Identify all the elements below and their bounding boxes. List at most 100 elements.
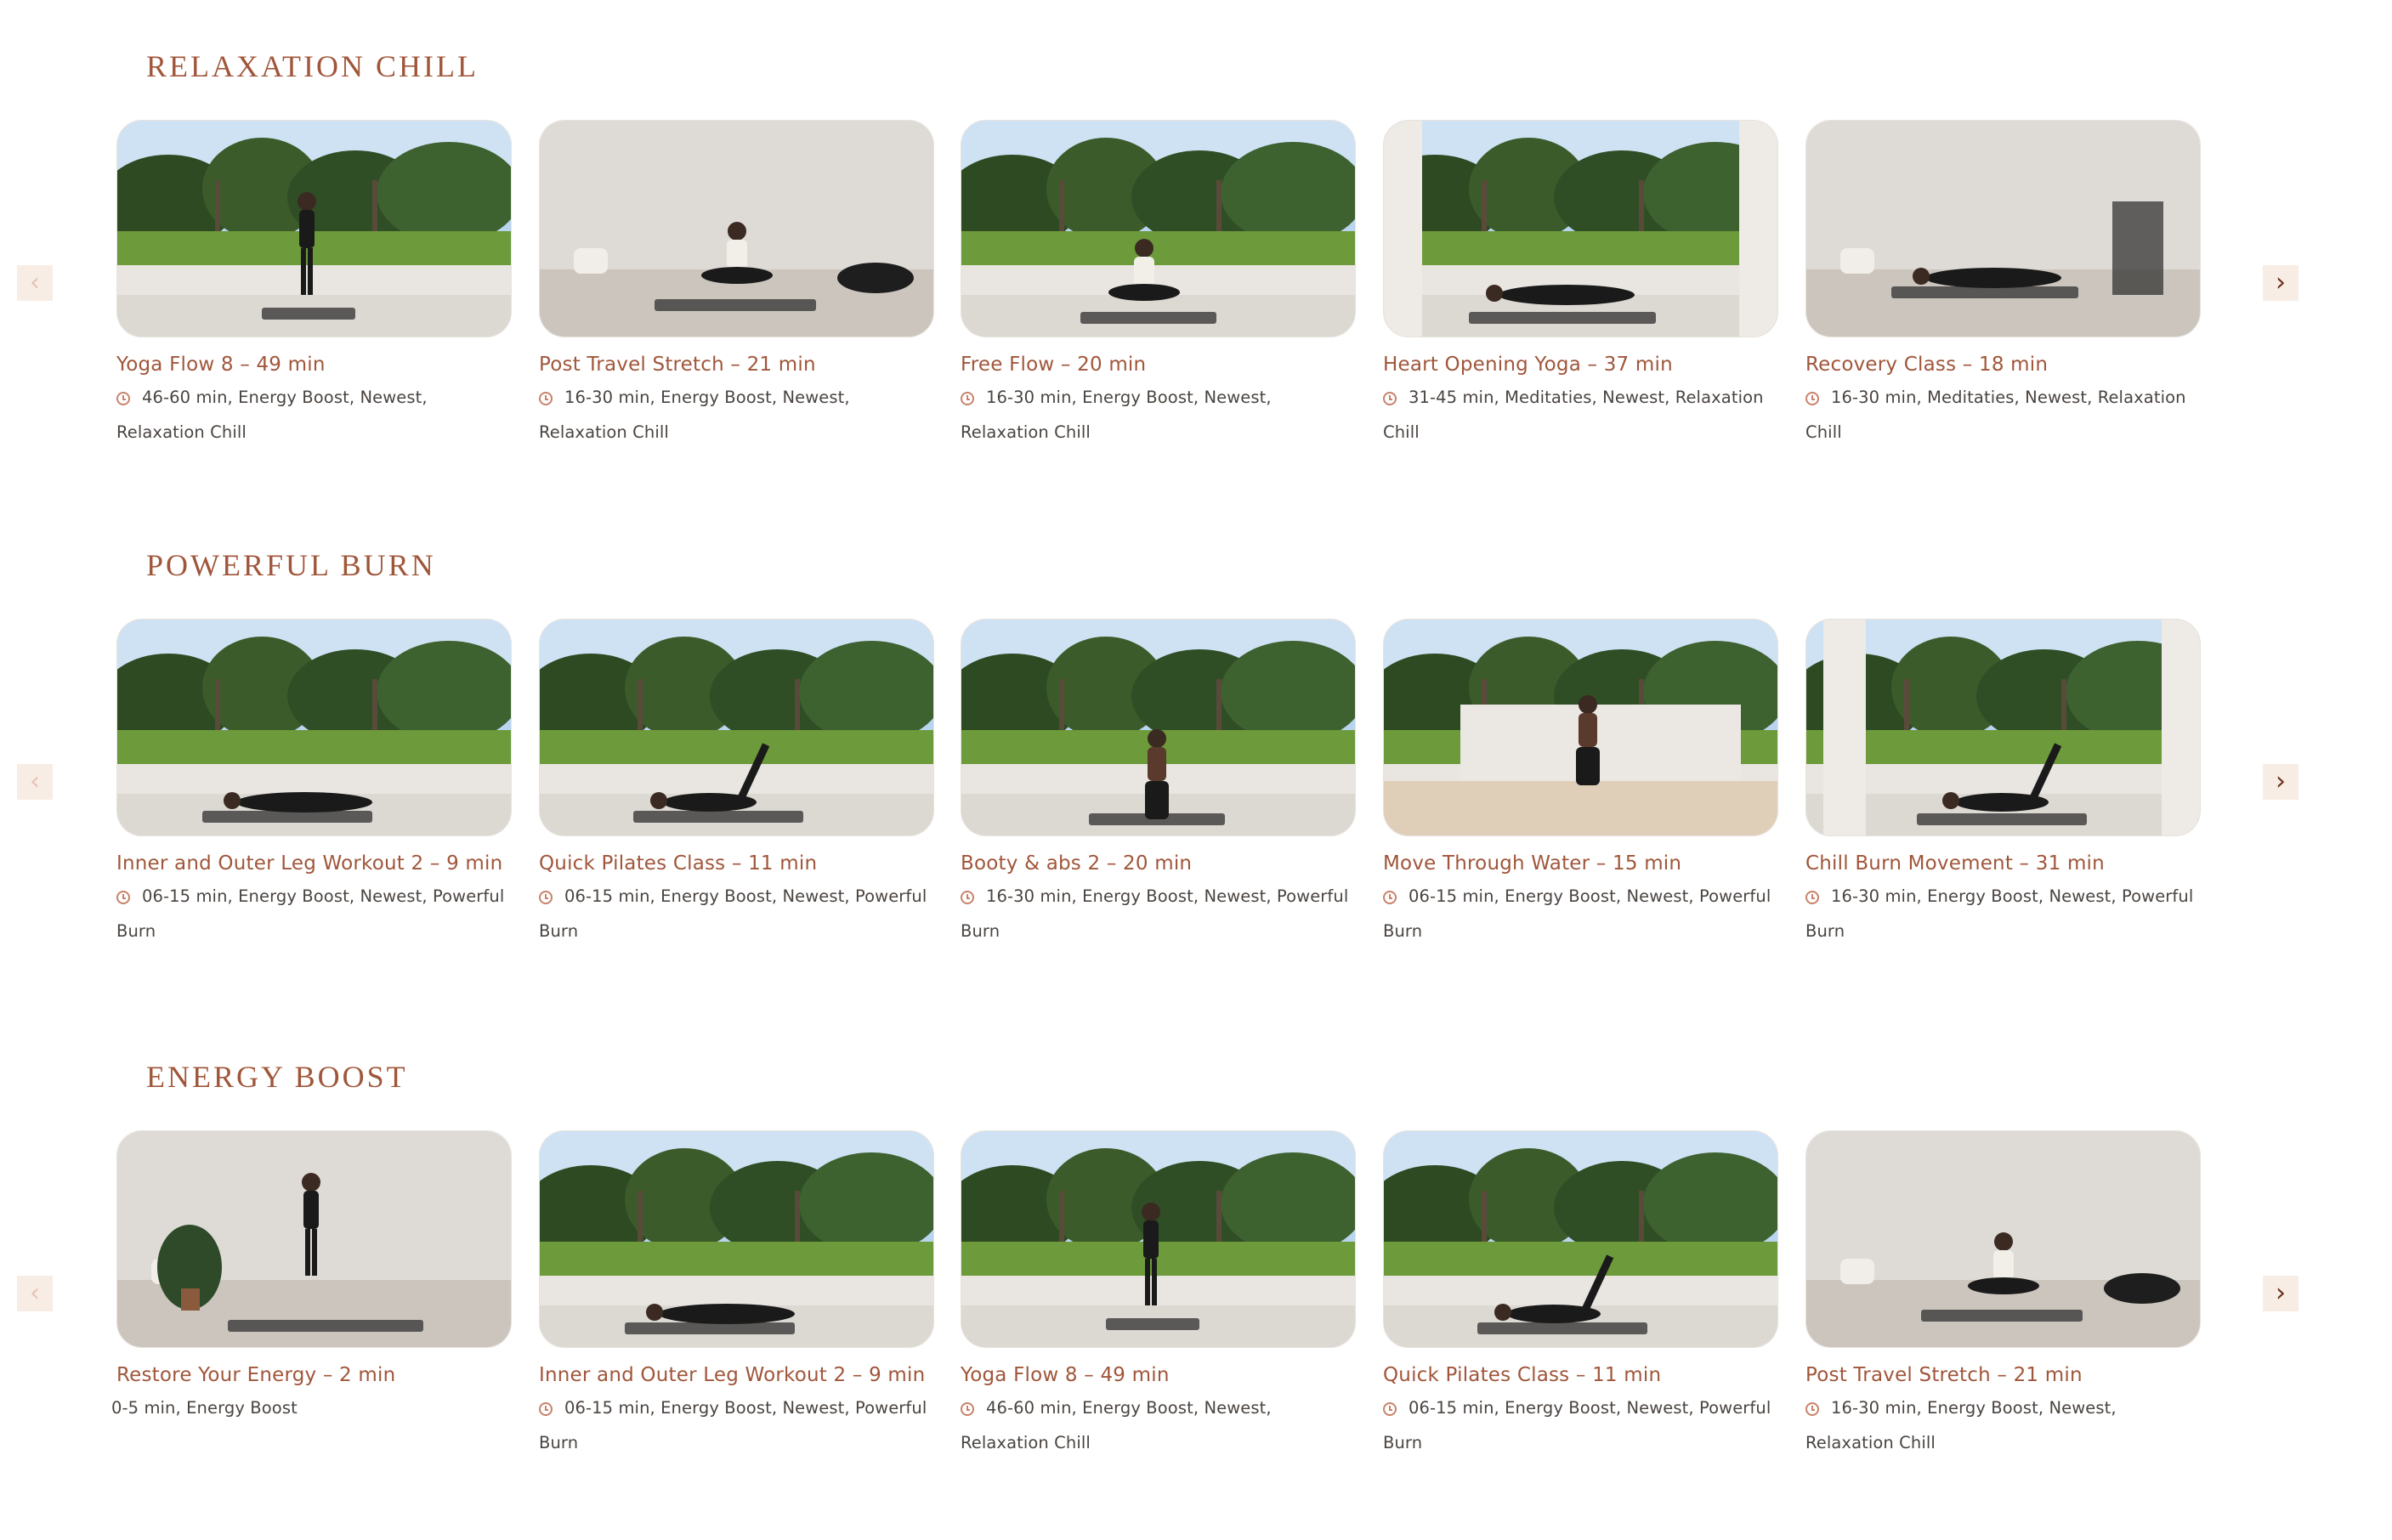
video-title-link[interactable]: Restore Your Energy – 2 min bbox=[116, 1363, 512, 1387]
video-title-link[interactable]: Post Travel Stretch – 21 min bbox=[1805, 1363, 2201, 1387]
video-meta: 0-5 min, Energy Boost bbox=[111, 1390, 511, 1425]
carousel-prev-button[interactable]: ‹ bbox=[17, 1276, 53, 1311]
video-thumbnail-image bbox=[1384, 121, 1777, 337]
video-thumbnail-image bbox=[540, 1131, 933, 1347]
video-meta: 46-60 min, Energy Boost, Newest, Relaxat… bbox=[116, 380, 516, 450]
video-meta-text: 16-30 min, Energy Boost, Newest, Relaxat… bbox=[1805, 1398, 2117, 1452]
video-card[interactable]: Booty & abs 2 – 20 min 16-30 min, Energy … bbox=[961, 619, 1356, 948]
video-title-link[interactable]: Quick Pilates Class – 11 min bbox=[1383, 1363, 1778, 1387]
video-title-link[interactable]: Chill Burn Movement – 31 min bbox=[1805, 852, 2201, 875]
video-card[interactable]: Inner and Outer Leg Workout 2 – 9 min 06-… bbox=[539, 1130, 934, 1460]
video-thumbnail-image bbox=[540, 121, 933, 337]
video-thumbnail[interactable] bbox=[961, 1130, 1356, 1348]
video-thumbnail[interactable] bbox=[539, 1130, 934, 1348]
video-thumbnail-image bbox=[1384, 620, 1777, 835]
carousel-next-button[interactable]: › bbox=[2263, 265, 2298, 301]
video-thumbnail[interactable] bbox=[1383, 1130, 1778, 1348]
video-meta: 06-15 min, Energy Boost, Newest, Powerfu… bbox=[1383, 879, 1783, 948]
video-title-link[interactable]: Recovery Class – 18 min bbox=[1805, 353, 2201, 377]
clock-icon bbox=[1383, 891, 1397, 904]
clock-icon bbox=[1805, 392, 1819, 405]
video-thumbnail-image bbox=[1384, 1131, 1777, 1347]
video-card[interactable]: Quick Pilates Class – 11 min 06-15 min, E… bbox=[1383, 1130, 1778, 1460]
chevron-left-icon: ‹ bbox=[30, 1278, 40, 1308]
video-title-link[interactable]: Quick Pilates Class – 11 min bbox=[539, 852, 934, 875]
video-thumbnail-image bbox=[540, 620, 933, 835]
video-thumbnail[interactable] bbox=[1805, 120, 2201, 337]
video-meta-text: 06-15 min, Energy Boost, Newest, Powerfu… bbox=[539, 886, 927, 941]
video-meta: 06-15 min, Energy Boost, Newest, Powerfu… bbox=[539, 879, 938, 948]
carousel-next-button[interactable]: › bbox=[2263, 1276, 2298, 1311]
video-card[interactable]: Recovery Class – 18 min 16-30 min, Medita… bbox=[1805, 120, 2201, 450]
video-card[interactable]: Post Travel Stretch – 21 min 16-30 min, E… bbox=[539, 120, 934, 450]
video-thumbnail[interactable] bbox=[1383, 619, 1778, 836]
video-thumbnail-image bbox=[1806, 620, 2200, 835]
video-title-link[interactable]: Inner and Outer Leg Workout 2 – 9 min bbox=[539, 1363, 934, 1387]
video-meta-text: 31-45 min, Meditaties, Newest, Relaxatio… bbox=[1383, 388, 1764, 442]
video-title-link[interactable]: Inner and Outer Leg Workout 2 – 9 min bbox=[116, 852, 512, 875]
section-title: POWERFUL BURN bbox=[146, 548, 436, 582]
video-meta-text: 0-5 min, Energy Boost bbox=[111, 1398, 298, 1418]
video-meta: 06-15 min, Energy Boost, Newest, Powerfu… bbox=[1383, 1390, 1783, 1460]
clock-icon bbox=[539, 1402, 553, 1416]
video-meta-text: 16-30 min, Energy Boost, Newest, Powerfu… bbox=[961, 886, 1349, 941]
carousel-next-button[interactable]: › bbox=[2263, 764, 2298, 800]
video-thumbnail-image bbox=[961, 620, 1355, 835]
video-card[interactable]: Restore Your Energy – 2 min 0-5 min, Ener… bbox=[111, 1130, 512, 1425]
video-meta: 16-30 min, Meditaties, Newest, Relaxatio… bbox=[1805, 380, 2205, 450]
video-card[interactable]: Post Travel Stretch – 21 min 16-30 min, E… bbox=[1805, 1130, 2201, 1460]
clock-icon bbox=[961, 891, 974, 904]
video-card[interactable]: Chill Burn Movement – 31 min 16-30 min, E… bbox=[1805, 619, 2201, 948]
video-title-link[interactable]: Heart Opening Yoga – 37 min bbox=[1383, 353, 1778, 377]
video-meta: 16-30 min, Energy Boost, Newest, Relaxat… bbox=[539, 380, 938, 450]
video-card[interactable]: Heart Opening Yoga – 37 min 31-45 min, Me… bbox=[1383, 120, 1778, 450]
carousel-prev-button[interactable]: ‹ bbox=[17, 764, 53, 800]
video-meta-text: 46-60 min, Energy Boost, Newest, Relaxat… bbox=[961, 1398, 1272, 1452]
video-card[interactable]: Yoga Flow 8 – 49 min 46-60 min, Energy Bo… bbox=[961, 1130, 1356, 1460]
video-thumbnail-image bbox=[1806, 1131, 2200, 1347]
video-title-link[interactable]: Yoga Flow 8 – 49 min bbox=[116, 353, 512, 377]
video-meta-text: 16-30 min, Energy Boost, Newest, Relaxat… bbox=[539, 388, 850, 442]
video-title-link[interactable]: Yoga Flow 8 – 49 min bbox=[961, 1363, 1356, 1387]
video-card[interactable]: Quick Pilates Class – 11 min 06-15 min, E… bbox=[539, 619, 934, 948]
video-meta-text: 06-15 min, Energy Boost, Newest, Powerfu… bbox=[539, 1398, 927, 1452]
video-meta: 16-30 min, Energy Boost, Newest, Powerfu… bbox=[961, 879, 1360, 948]
video-meta: 46-60 min, Energy Boost, Newest, Relaxat… bbox=[961, 1390, 1360, 1460]
video-thumbnail[interactable] bbox=[116, 1130, 512, 1348]
video-thumbnail[interactable] bbox=[116, 619, 512, 836]
chevron-right-icon: › bbox=[2276, 1278, 2286, 1308]
video-thumbnail[interactable] bbox=[1383, 120, 1778, 337]
video-card[interactable]: Free Flow – 20 min 16-30 min, Energy Boos… bbox=[961, 120, 1356, 450]
video-meta-text: 46-60 min, Energy Boost, Newest, Relaxat… bbox=[116, 388, 428, 442]
video-title-link[interactable]: Post Travel Stretch – 21 min bbox=[539, 353, 934, 377]
video-thumbnail-image bbox=[961, 1131, 1355, 1347]
video-card[interactable]: Yoga Flow 8 – 49 min 46-60 min, Energy Bo… bbox=[116, 120, 512, 450]
carousel-prev-button[interactable]: ‹ bbox=[17, 265, 53, 301]
clock-icon bbox=[961, 1402, 974, 1416]
video-thumbnail[interactable] bbox=[961, 120, 1356, 337]
video-meta: 16-30 min, Energy Boost, Newest, Powerfu… bbox=[1805, 879, 2205, 948]
video-thumbnail[interactable] bbox=[116, 120, 512, 337]
clock-icon bbox=[1805, 1402, 1819, 1416]
video-meta-text: 06-15 min, Energy Boost, Newest, Powerfu… bbox=[1383, 886, 1771, 941]
chevron-left-icon: ‹ bbox=[30, 767, 40, 796]
video-title-link[interactable]: Move Through Water – 15 min bbox=[1383, 852, 1778, 875]
video-meta-text: 16-30 min, Energy Boost, Newest, Powerfu… bbox=[1805, 886, 2194, 941]
chevron-right-icon: › bbox=[2276, 268, 2286, 297]
video-card[interactable]: Move Through Water – 15 min 06-15 min, En… bbox=[1383, 619, 1778, 948]
video-card[interactable]: Inner and Outer Leg Workout 2 – 9 min 06-… bbox=[116, 619, 512, 948]
video-thumbnail[interactable] bbox=[1805, 619, 2201, 836]
chevron-right-icon: › bbox=[2276, 767, 2286, 796]
video-meta: 16-30 min, Energy Boost, Newest, Relaxat… bbox=[961, 380, 1360, 450]
clock-icon bbox=[1805, 891, 1819, 904]
video-title-link[interactable]: Free Flow – 20 min bbox=[961, 353, 1356, 377]
video-thumbnail[interactable] bbox=[539, 120, 934, 337]
video-thumbnail[interactable] bbox=[961, 619, 1356, 836]
video-title-link[interactable]: Booty & abs 2 – 20 min bbox=[961, 852, 1356, 875]
chevron-left-icon: ‹ bbox=[30, 268, 40, 297]
video-meta-text: 06-15 min, Energy Boost, Newest, Powerfu… bbox=[116, 886, 505, 941]
video-thumbnail[interactable] bbox=[539, 619, 934, 836]
video-thumbnail[interactable] bbox=[1805, 1130, 2201, 1348]
video-meta: 06-15 min, Energy Boost, Newest, Powerfu… bbox=[539, 1390, 938, 1460]
clock-icon bbox=[539, 392, 553, 405]
